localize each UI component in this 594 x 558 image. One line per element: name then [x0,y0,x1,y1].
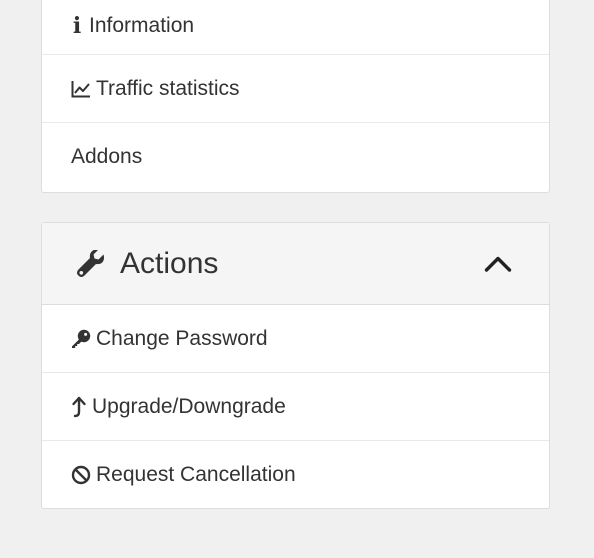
actions-panel: Actions Change Password Upgrade/Downgrad… [41,222,550,509]
actions-list: Change Password Upgrade/Downgrade Reques… [42,305,549,509]
menu-item-label: Traffic statistics [96,76,240,100]
overview-menu-panel: i Information Traffic statistics Addons [41,0,550,193]
action-label: Change Password [96,326,268,350]
actions-panel-title: Actions [120,246,219,280]
menu-item-addons[interactable]: Addons [42,123,549,191]
action-label: Upgrade/Downgrade [92,394,286,418]
line-chart-icon [71,80,91,98]
action-upgrade-downgrade[interactable]: Upgrade/Downgrade [42,373,549,441]
menu-item-label: Addons [71,145,143,168]
action-label: Request Cancellation [96,463,296,486]
action-request-cancellation[interactable]: Request Cancellation [42,441,549,509]
chevron-up-icon[interactable] [481,253,515,275]
arrow-up-icon [71,396,87,418]
menu-item-traffic-statistics[interactable]: Traffic statistics [42,55,549,123]
menu-item-information[interactable]: i Information [42,0,549,55]
actions-panel-header[interactable]: Actions [42,223,549,305]
key-icon [71,329,91,349]
menu-item-label: Information [89,14,195,37]
wrench-icon [76,249,106,278]
info-icon: i [72,13,82,39]
action-change-password[interactable]: Change Password [42,305,549,373]
ban-icon [71,465,91,485]
